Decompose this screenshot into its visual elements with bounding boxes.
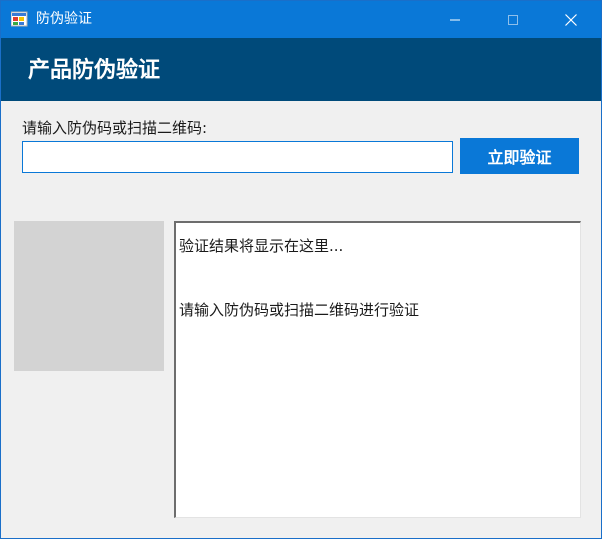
maximize-icon [508, 14, 518, 25]
close-button[interactable] [548, 1, 594, 38]
app-window: 防伪验证 产品防伪验证 请输入防伪码或扫描二维码: 立即验证 验证结果将显示在这… [0, 0, 602, 539]
qr-code-image-area [14, 221, 164, 371]
maximize-button[interactable] [490, 1, 536, 38]
minimize-icon [450, 19, 460, 20]
app-icon [10, 11, 28, 27]
code-prompt-label: 请输入防伪码或扫描二维码: [22, 119, 208, 137]
title-bar[interactable]: 防伪验证 [1, 1, 601, 38]
verification-result-box[interactable]: 验证结果将显示在这里... 请输入防伪码或扫描二维码进行验证 [174, 221, 581, 518]
result-text-line: 验证结果将显示在这里... [179, 237, 344, 255]
minimize-button[interactable] [432, 1, 478, 38]
window-title: 防伪验证 [36, 11, 92, 27]
result-text-line: 请输入防伪码或扫描二维码进行验证 [179, 301, 420, 319]
close-icon [565, 13, 577, 26]
anti-counterfeit-code-input[interactable] [22, 141, 453, 173]
header-banner: 产品防伪验证 [1, 38, 601, 101]
page-title: 产品防伪验证 [28, 58, 161, 83]
verify-button[interactable]: 立即验证 [460, 138, 579, 174]
